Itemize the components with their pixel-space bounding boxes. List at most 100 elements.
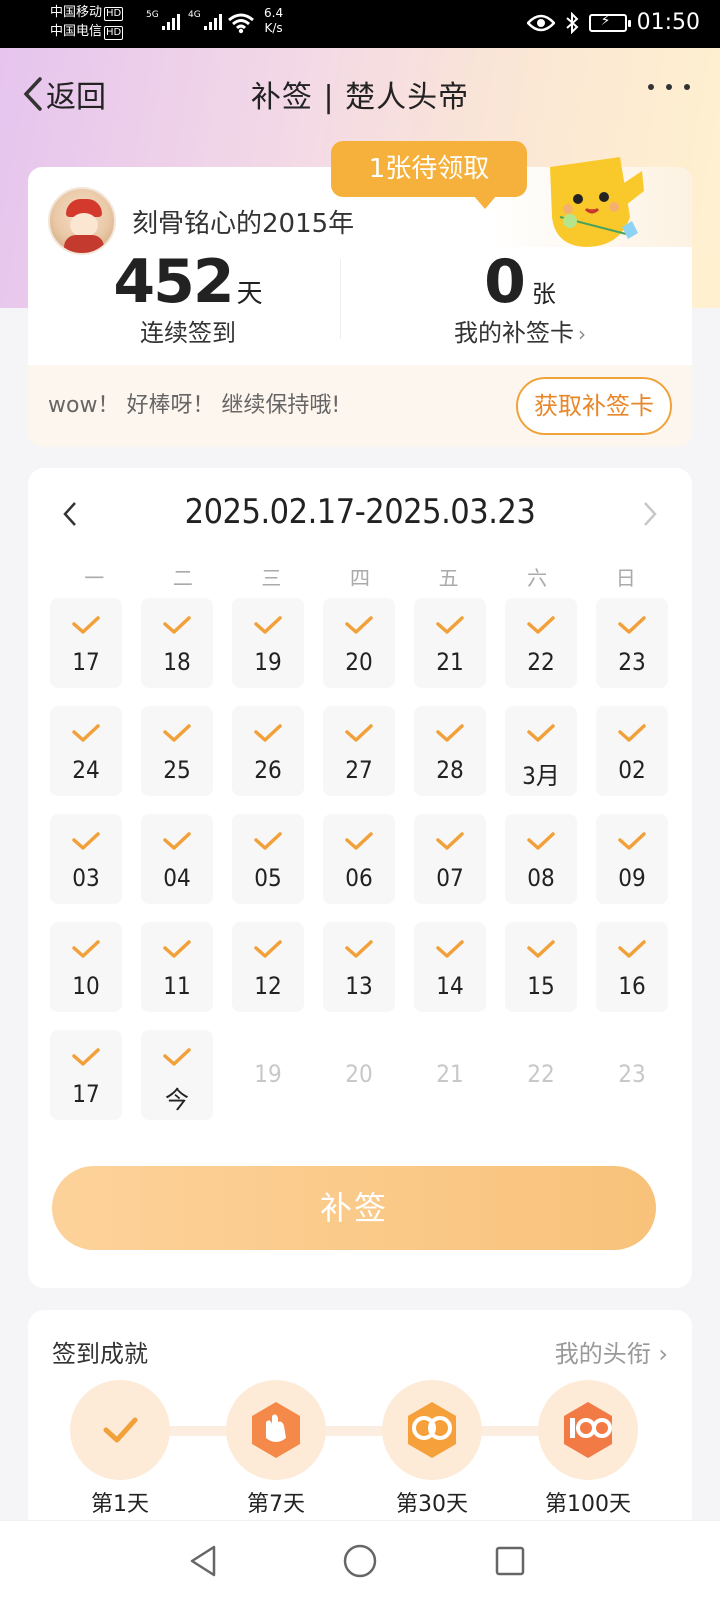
nav-home-icon[interactable] — [342, 1543, 378, 1579]
weekday-label: 二 — [172, 566, 193, 590]
cards-label: 我的补签卡 — [454, 319, 574, 347]
calendar-day-label: 17 — [72, 1080, 100, 1108]
badge-day-30[interactable]: 第30天 — [382, 1380, 482, 1518]
calendar-day-cell[interactable]: 21 — [414, 598, 486, 688]
calendar-day-cell[interactable]: 27 — [323, 706, 395, 796]
status-bar: 中国移动 HD 中国电信 HD 5G 4G 6.4 K/s ⚡ 01:50 — [0, 0, 720, 48]
more-options-icon[interactable] — [648, 84, 690, 90]
streak-label: 连续签到 — [140, 319, 236, 347]
wifi-icon — [228, 13, 254, 34]
chevron-right-icon — [644, 502, 657, 526]
calendar-day-cell[interactable]: 11 — [141, 922, 213, 1012]
signal-label-2: 4G — [188, 10, 201, 20]
resign-cards-stat[interactable]: 0张 我的补签卡 › — [348, 247, 692, 348]
check-icon — [436, 940, 464, 958]
calendar-day-label: 04 — [163, 864, 191, 892]
calendar-day-label: 02 — [618, 756, 646, 784]
calendar-day-cell[interactable]: 28 — [414, 706, 486, 796]
chevron-right-icon: › — [650, 1340, 668, 1368]
get-resign-card-button[interactable]: 获取补签卡 — [516, 377, 672, 435]
next-range-button[interactable] — [642, 500, 658, 535]
calendar-day-cell[interactable]: 17 — [50, 1030, 122, 1120]
calendar-day-cell[interactable]: 21 — [414, 1030, 486, 1120]
check-icon — [72, 724, 100, 742]
calendar-day-cell[interactable]: 14 — [414, 922, 486, 1012]
weekday-label: 五 — [438, 566, 459, 590]
chevron-right-icon: › — [578, 322, 586, 346]
badge-label: 第7天 — [247, 1492, 305, 1517]
check-icon — [618, 832, 646, 850]
my-titles-link[interactable]: 我的头衔 › — [555, 1334, 668, 1369]
calendar-day-label: 03 — [72, 864, 100, 892]
calendar-day-cell[interactable]: 09 — [596, 814, 668, 904]
cards-unit: 张 — [531, 280, 556, 308]
calendar-day-label: 21 — [436, 1060, 464, 1088]
calendar-day-cell[interactable]: 19 — [232, 1030, 304, 1120]
top-bar: 返回 补签 | 楚人头帝 — [0, 48, 720, 136]
net-speed: 6.4 K/s — [264, 6, 283, 36]
carrier-2: 中国电信 — [50, 24, 103, 39]
calendar-day-cell[interactable]: 24 — [50, 706, 122, 796]
calendar-day-cell[interactable]: 16 — [596, 922, 668, 1012]
calendar-day-cell[interactable]: 19 — [232, 598, 304, 688]
calendar-day-label: 26 — [254, 756, 282, 784]
calendar-day-cell[interactable]: 26 — [232, 706, 304, 796]
calendar-day-cell[interactable]: 3月 — [505, 706, 577, 796]
calendar-day-cell[interactable]: 25 — [141, 706, 213, 796]
nav-back-icon[interactable] — [186, 1543, 220, 1579]
avatar[interactable] — [48, 187, 116, 255]
calendar-day-cell[interactable]: 23 — [596, 598, 668, 688]
net-speed-value: 6.4 — [264, 6, 284, 20]
check-icon — [436, 832, 464, 850]
calendar-day-cell[interactable]: 03 — [50, 814, 122, 904]
calendar-day-label: 12 — [254, 972, 282, 1000]
calendar-day-cell[interactable]: 17 — [50, 598, 122, 688]
streak-value: 452 — [113, 247, 234, 317]
calendar-day-cell[interactable]: 20 — [323, 1030, 395, 1120]
calendar-day-cell[interactable]: 15 — [505, 922, 577, 1012]
signal-5g-icon: 5G — [146, 10, 180, 32]
calendar-day-cell[interactable]: 20 — [323, 598, 395, 688]
calendar-day-cell[interactable]: 13 — [323, 922, 395, 1012]
calendar-day-label: 20 — [345, 1060, 373, 1088]
badge-day-100[interactable]: 第100天 — [538, 1380, 638, 1518]
check-icon — [436, 724, 464, 742]
badge-day-7[interactable]: 第7天 — [226, 1380, 326, 1518]
calendar-day-cell[interactable]: 18 — [141, 598, 213, 688]
bluetooth-icon — [565, 11, 579, 34]
calendar-day-cell[interactable]: 07 — [414, 814, 486, 904]
calendar-day-cell[interactable]: 12 — [232, 922, 304, 1012]
check-icon — [254, 616, 282, 634]
30-days-badge-icon — [408, 1402, 456, 1458]
check-icon — [527, 832, 555, 850]
calendar-day-cell[interactable]: 02 — [596, 706, 668, 796]
calendar-day-label: 22 — [527, 1060, 555, 1088]
check-icon — [163, 940, 191, 958]
resign-button[interactable]: 补签 — [52, 1166, 656, 1250]
encourage-text: wow！ 好棒呀！ 继续保持哦! — [48, 393, 341, 418]
my-titles-label: 我的头衔 — [554, 1340, 651, 1368]
calendar-day-cell[interactable]: 23 — [596, 1030, 668, 1120]
calendar-day-cell[interactable]: 22 — [505, 1030, 577, 1120]
weekday-label: 一 — [84, 566, 105, 590]
check-icon — [345, 940, 373, 958]
nav-recent-apps-icon[interactable] — [494, 1545, 526, 1577]
calendar-day-cell[interactable]: 05 — [232, 814, 304, 904]
username: 刻骨铭心的2015年 — [132, 209, 355, 239]
pending-tooltip[interactable]: 1张待领取 — [331, 141, 527, 209]
calendar-day-label: 25 — [163, 756, 191, 784]
badge-label: 第100天 — [545, 1492, 631, 1517]
check-icon — [618, 724, 646, 742]
calendar-day-cell[interactable]: 22 — [505, 598, 577, 688]
weekday-label: 六 — [527, 566, 548, 590]
calendar-day-cell[interactable]: 04 — [141, 814, 213, 904]
calendar-day-cell[interactable]: 08 — [505, 814, 577, 904]
check-icon — [527, 940, 555, 958]
badge-day-1[interactable]: 第1天 — [70, 1380, 170, 1518]
calendar-day-cell[interactable]: 今 — [141, 1030, 213, 1120]
check-icon — [103, 1417, 138, 1443]
calendar-day-cell[interactable]: 06 — [323, 814, 395, 904]
calendar-day-cell[interactable]: 10 — [50, 922, 122, 1012]
calendar-day-label: 3月 — [522, 762, 560, 790]
weekday-header: 一 二 三 四 五 六 日 — [50, 562, 670, 591]
